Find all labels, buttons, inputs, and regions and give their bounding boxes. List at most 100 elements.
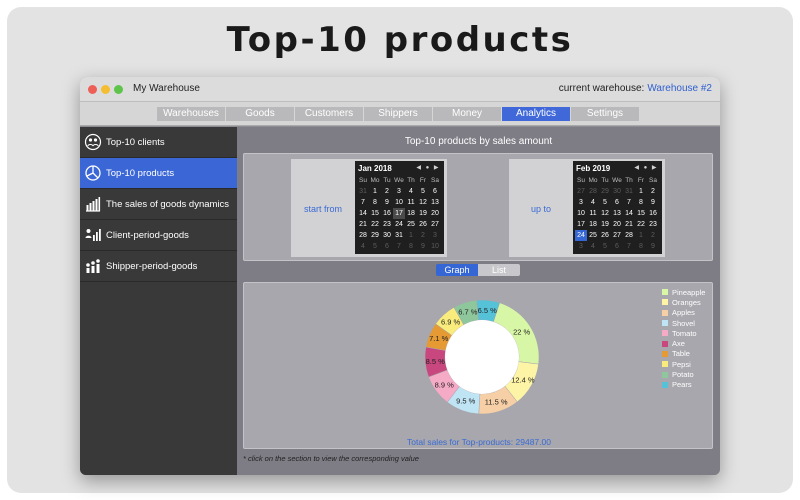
calendar-day[interactable]: 17 <box>575 219 587 230</box>
calendar-day[interactable]: 7 <box>623 197 635 208</box>
calendar-day[interactable]: 6 <box>381 241 393 252</box>
calendar-day[interactable]: 6 <box>429 186 441 197</box>
calendar-day[interactable]: 31 <box>623 186 635 197</box>
calendar-day[interactable]: 16 <box>381 208 393 219</box>
list-view-button[interactable]: List <box>478 264 520 276</box>
tab-money[interactable]: Money <box>433 107 502 121</box>
calendar-day[interactable]: 27 <box>575 186 587 197</box>
calendar-day[interactable]: 9 <box>647 241 659 252</box>
calendar-day[interactable]: 18 <box>587 219 599 230</box>
sidebar-item-the-sales-of-goods-dynamics[interactable]: The sales of goods dynamics <box>80 189 237 220</box>
calendar-day[interactable]: 1 <box>635 230 647 241</box>
calendar-day[interactable]: 29 <box>599 186 611 197</box>
calendar-nav[interactable]: ◀ ● ▶ <box>416 164 440 171</box>
calendar-day[interactable]: 25 <box>405 219 417 230</box>
calendar-day[interactable]: 15 <box>635 208 647 219</box>
tab-settings[interactable]: Settings <box>571 107 640 121</box>
zoom-window-button[interactable] <box>114 85 123 94</box>
calendar-day[interactable]: 16 <box>647 208 659 219</box>
sidebar-item-top-10-products[interactable]: Top-10 products <box>80 158 237 189</box>
calendar-day[interactable]: 6 <box>611 197 623 208</box>
calendar-day[interactable]: 7 <box>357 197 369 208</box>
start-calendar[interactable]: Jan 2018 ◀ ● ▶ Su Mo Tu We Th Fr Sa 31 1 2 3 4 5 6 7 8 9… <box>355 161 444 254</box>
sidebar-item-client-period-goods[interactable]: Client-period-goods <box>80 220 237 251</box>
calendar-day[interactable]: 8 <box>369 197 381 208</box>
calendar-day[interactable]: 9 <box>417 241 429 252</box>
calendar-day[interactable]: 1 <box>405 230 417 241</box>
calendar-day[interactable]: 29 <box>369 230 381 241</box>
calendar-day[interactable]: 19 <box>599 219 611 230</box>
calendar-day[interactable]: 5 <box>599 197 611 208</box>
calendar-day[interactable]: 13 <box>611 208 623 219</box>
calendar-day[interactable]: 11 <box>405 197 417 208</box>
calendar-day[interactable]: 18 <box>405 208 417 219</box>
calendar-day[interactable]: 22 <box>369 219 381 230</box>
minimize-window-button[interactable] <box>101 85 110 94</box>
calendar-day[interactable]: 28 <box>623 230 635 241</box>
calendar-day[interactable]: 26 <box>417 219 429 230</box>
calendar-day[interactable]: 8 <box>635 241 647 252</box>
calendar-day[interactable]: 17 <box>393 208 405 219</box>
graph-view-button[interactable]: Graph <box>436 264 478 276</box>
tab-shippers[interactable]: Shippers <box>364 107 433 121</box>
sidebar-item-shipper-period-goods[interactable]: Shipper-period-goods <box>80 251 237 282</box>
sidebar-item-top-10-clients[interactable]: Top-10 clients <box>80 127 237 158</box>
calendar-day[interactable]: 1 <box>635 186 647 197</box>
calendar-day[interactable]: 14 <box>623 208 635 219</box>
calendar-day[interactable]: 1 <box>369 186 381 197</box>
tab-goods[interactable]: Goods <box>226 107 295 121</box>
calendar-day[interactable]: 5 <box>417 186 429 197</box>
calendar-day[interactable]: 27 <box>429 219 441 230</box>
calendar-day[interactable]: 21 <box>623 219 635 230</box>
calendar-day[interactable]: 10 <box>429 241 441 252</box>
calendar-day[interactable]: 3 <box>575 197 587 208</box>
calendar-day[interactable]: 14 <box>357 208 369 219</box>
calendar-day[interactable]: 5 <box>369 241 381 252</box>
calendar-day[interactable]: 2 <box>417 230 429 241</box>
calendar-day[interactable]: 3 <box>429 230 441 241</box>
calendar-day[interactable]: 23 <box>381 219 393 230</box>
calendar-nav[interactable]: ◀ ● ▶ <box>634 164 658 171</box>
close-window-button[interactable] <box>88 85 97 94</box>
calendar-day[interactable]: 8 <box>635 197 647 208</box>
calendar-day[interactable]: 24 <box>575 230 587 241</box>
calendar-day[interactable]: 2 <box>647 186 659 197</box>
calendar-day[interactable]: 12 <box>599 208 611 219</box>
calendar-day[interactable]: 26 <box>599 230 611 241</box>
calendar-day[interactable]: 31 <box>393 230 405 241</box>
calendar-day[interactable]: 13 <box>429 197 441 208</box>
calendar-day[interactable]: 7 <box>623 241 635 252</box>
calendar-day[interactable]: 8 <box>405 241 417 252</box>
calendar-day[interactable]: 27 <box>611 230 623 241</box>
calendar-day[interactable]: 10 <box>575 208 587 219</box>
tab-warehouses[interactable]: Warehouses <box>157 107 226 121</box>
calendar-day[interactable]: 6 <box>611 241 623 252</box>
calendar-day[interactable]: 21 <box>357 219 369 230</box>
calendar-day[interactable]: 4 <box>357 241 369 252</box>
calendar-day[interactable]: 30 <box>611 186 623 197</box>
calendar-day[interactable]: 31 <box>357 186 369 197</box>
calendar-day[interactable]: 12 <box>417 197 429 208</box>
calendar-day[interactable]: 5 <box>599 241 611 252</box>
calendar-day[interactable]: 4 <box>587 197 599 208</box>
calendar-day[interactable]: 2 <box>381 186 393 197</box>
calendar-day[interactable]: 9 <box>381 197 393 208</box>
calendar-day[interactable]: 2 <box>647 230 659 241</box>
calendar-day[interactable]: 22 <box>635 219 647 230</box>
end-calendar[interactable]: Feb 2019 ◀ ● ▶ Su Mo Tu We Th Fr Sa 27 28 29 30 31 1… <box>573 161 662 254</box>
calendar-day[interactable]: 3 <box>575 241 587 252</box>
calendar-day[interactable]: 11 <box>587 208 599 219</box>
calendar-day[interactable]: 19 <box>417 208 429 219</box>
calendar-day[interactable]: 4 <box>587 241 599 252</box>
warehouse-name[interactable]: Warehouse #2 <box>647 83 712 94</box>
calendar-day[interactable]: 28 <box>357 230 369 241</box>
calendar-day[interactable]: 4 <box>405 186 417 197</box>
calendar-day[interactable]: 20 <box>429 208 441 219</box>
calendar-day[interactable]: 20 <box>611 219 623 230</box>
tab-customers[interactable]: Customers <box>295 107 364 121</box>
calendar-day[interactable]: 23 <box>647 219 659 230</box>
calendar-day[interactable]: 15 <box>369 208 381 219</box>
calendar-day[interactable]: 24 <box>393 219 405 230</box>
calendar-day[interactable]: 28 <box>587 186 599 197</box>
calendar-day[interactable]: 25 <box>587 230 599 241</box>
